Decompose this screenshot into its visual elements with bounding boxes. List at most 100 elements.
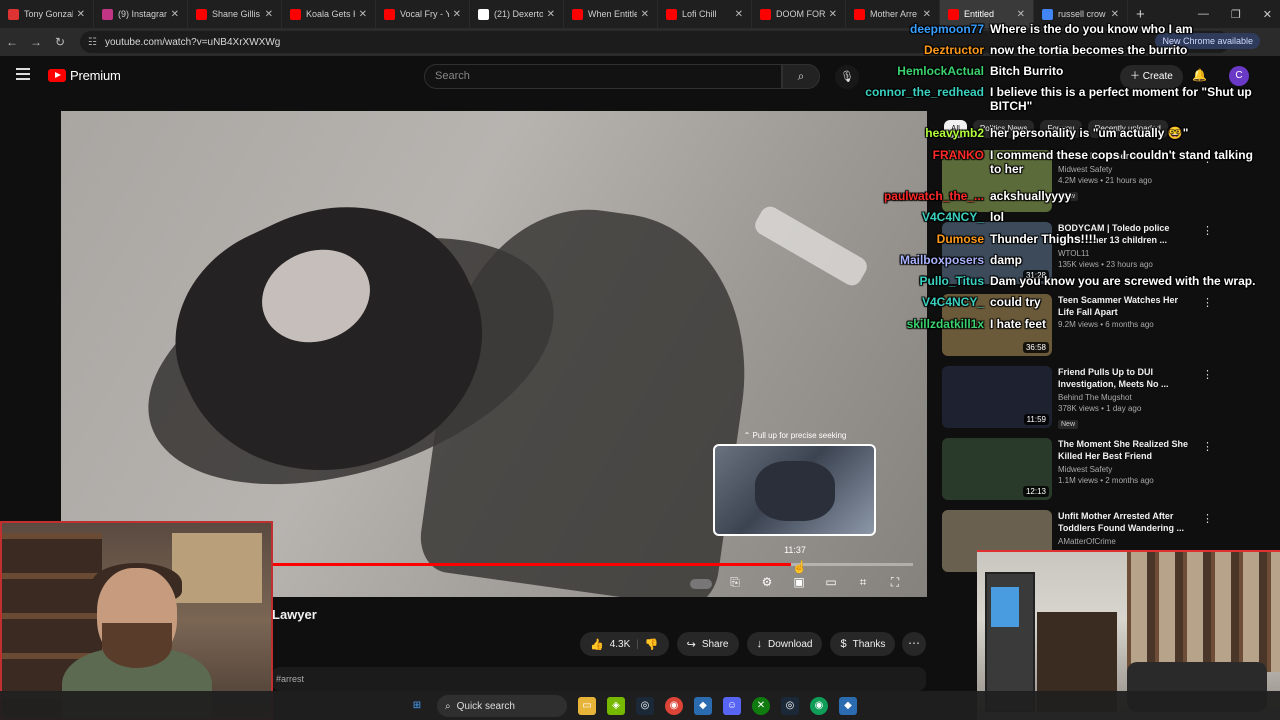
chat-username[interactable]: FRANKO [860,148,984,162]
chat-message: paulwatch_the_... ackshuallyyyy [860,189,1071,203]
app-icon-2[interactable]: ◆ [839,697,857,715]
share-button[interactable]: ↪ Share [676,632,739,656]
microphone-icon[interactable]: 🎙 [835,65,859,89]
share-icon: ↪ [686,638,696,651]
close-tab-icon[interactable]: ✕ [735,9,743,20]
reload-icon[interactable]: ↻ [48,35,72,49]
chat-username[interactable]: Pullo_Titus [860,274,984,288]
chat-username[interactable]: connor_the_redhead [860,85,984,99]
more-actions-icon[interactable]: ⋯ [902,632,926,656]
close-window-icon[interactable]: ✕ [1263,8,1272,21]
related-video-title[interactable]: Teen Scammer Watches Her Life Fall Apart [1058,294,1193,318]
close-tab-icon[interactable]: ✕ [77,9,85,20]
forward-icon[interactable]: → [24,35,48,49]
miniplayer-icon[interactable]: ▣ [790,573,808,591]
search-icon[interactable]: ⌕ [782,64,820,89]
theater-mode-icon[interactable]: ▭ [822,573,840,591]
chat-username[interactable]: skillzdatkill1x [860,317,984,331]
description-box[interactable] [272,667,926,691]
chat-username[interactable]: paulwatch_the_... [860,189,984,203]
close-tab-icon[interactable]: ✕ [923,9,931,20]
captions-icon[interactable]: ⎘ [726,573,744,591]
close-tab-icon[interactable]: ✕ [829,9,837,20]
related-video-title[interactable]: The Moment She Realized She Killed Her B… [1058,438,1193,462]
chat-username[interactable]: Mailboxposers [860,253,984,267]
chat-message: Dumose Thunder Thighs!!!! [860,232,1097,246]
chat-username[interactable]: HemlockActual [860,64,984,78]
thumbs-down-icon[interactable]: 👎 [645,638,659,651]
thanks-button[interactable]: $ Thanks [830,632,896,656]
maximize-icon[interactable]: ❐ [1231,8,1241,21]
chat-username[interactable]: Deztructor [860,43,984,57]
close-tab-icon[interactable]: ✕ [265,9,273,20]
steam-icon[interactable]: ◎ [636,697,654,715]
windows-start-icon[interactable]: ⊞ [408,697,426,715]
chat-username[interactable]: heavymb2 [860,126,984,140]
more-options-icon[interactable]: ⋮ [1202,296,1213,309]
app-icon[interactable]: ◆ [694,697,712,715]
chat-message: skillzdatkill1x I hate feet [860,317,1046,331]
tab-favicon-icon [196,8,207,20]
video-thumbnail[interactable]: 12:13 [942,438,1052,500]
chat-username[interactable]: V4C4NCY_ [860,295,984,309]
close-tab-icon[interactable]: ✕ [1111,9,1119,20]
browser-tab[interactable]: Tony Gonzal ✕ [0,0,94,28]
hashtag-link[interactable]: #arrest [276,674,304,684]
close-tab-icon[interactable]: ✕ [453,9,461,20]
more-options-icon[interactable]: ⋮ [1202,440,1213,453]
more-options-icon[interactable]: ⋮ [1202,512,1213,525]
youtube-logo[interactable]: Premium [48,68,121,83]
channel-name[interactable]: WTOL11 [1058,249,1193,258]
avatar[interactable]: C [1229,66,1249,86]
chat-username[interactable]: V4C4NCY_ [860,210,984,224]
browser-tab[interactable]: DOOM FORE ✕ [752,0,846,28]
related-video-item[interactable]: 12:13 The Moment She Realized She Killed … [940,436,1220,506]
search-input[interactable]: Search [424,64,782,89]
settings-icon[interactable]: ⚙ [758,573,776,591]
bell-icon[interactable]: 🔔 [1192,68,1207,82]
close-tab-icon[interactable]: ✕ [1017,9,1025,20]
back-icon[interactable]: ← [0,35,24,49]
quick-search[interactable]: ⌕ Quick search [437,695,567,717]
close-tab-icon[interactable]: ✕ [547,9,555,20]
browser-tab[interactable]: Lofi Chill ✕ [658,0,752,28]
site-info-icon[interactable]: ☷ [88,37,97,48]
chrome-icon-2[interactable]: ◉ [810,697,828,715]
nvidia-icon[interactable]: ◈ [607,697,625,715]
related-video-item[interactable]: 11:59 Friend Pulls Up to DUI Investigatio… [940,364,1220,434]
close-tab-icon[interactable]: ✕ [171,9,179,20]
close-tab-icon[interactable]: ✕ [641,9,649,20]
related-video-title[interactable]: Unfit Mother Arrested After Toddlers Fou… [1058,510,1193,534]
browser-tab[interactable]: Vocal Fry - Y ✕ [376,0,470,28]
menu-icon[interactable] [16,68,30,80]
new-tab-icon[interactable]: + [1136,6,1145,23]
browser-tab[interactable]: Shane Gillis ✕ [188,0,282,28]
like-button[interactable]: 👍 4.3K | 👎 [580,632,669,656]
discord-icon[interactable]: ☺ [723,697,741,715]
channel-name[interactable]: Behind The Mugshot [1058,393,1193,402]
more-options-icon[interactable]: ⋮ [1202,368,1213,381]
chrome-icon[interactable]: ◉ [665,697,683,715]
chat-username[interactable]: deepmoon77 [860,22,984,36]
browser-tab[interactable]: (9) Instagram ✕ [94,0,188,28]
file-explorer-icon[interactable]: ▭ [578,697,596,715]
more-options-icon[interactable]: ⋮ [1202,224,1213,237]
fullscreen-icon[interactable]: ⛶ [886,573,904,591]
minimize-icon[interactable]: — [1198,8,1209,20]
steam-app-icon[interactable]: ◎ [781,697,799,715]
video-thumbnail[interactable]: 11:59 [942,366,1052,428]
browser-tab[interactable]: (21) Dexerto ✕ [470,0,564,28]
autoplay-toggle[interactable] [690,579,712,589]
xbox-icon[interactable]: ✕ [752,697,770,715]
chat-message: V4C4NCY_ could try [860,295,1041,309]
channel-name[interactable]: Midwest Safety [1058,465,1193,474]
close-tab-icon[interactable]: ✕ [359,9,367,20]
channel-name[interactable]: AMatterOfCrime [1058,537,1193,546]
related-video-title[interactable]: Friend Pulls Up to DUI Investigation, Me… [1058,366,1193,390]
browser-tab[interactable]: When Entitle ✕ [564,0,658,28]
chat-username[interactable]: Dumose [860,232,984,246]
browser-tab[interactable]: Koala Gets K ✕ [282,0,376,28]
progress-bar[interactable] [273,563,913,566]
download-button[interactable]: ↓ Download [746,632,823,656]
cast-icon[interactable]: ⌗ [854,573,872,591]
